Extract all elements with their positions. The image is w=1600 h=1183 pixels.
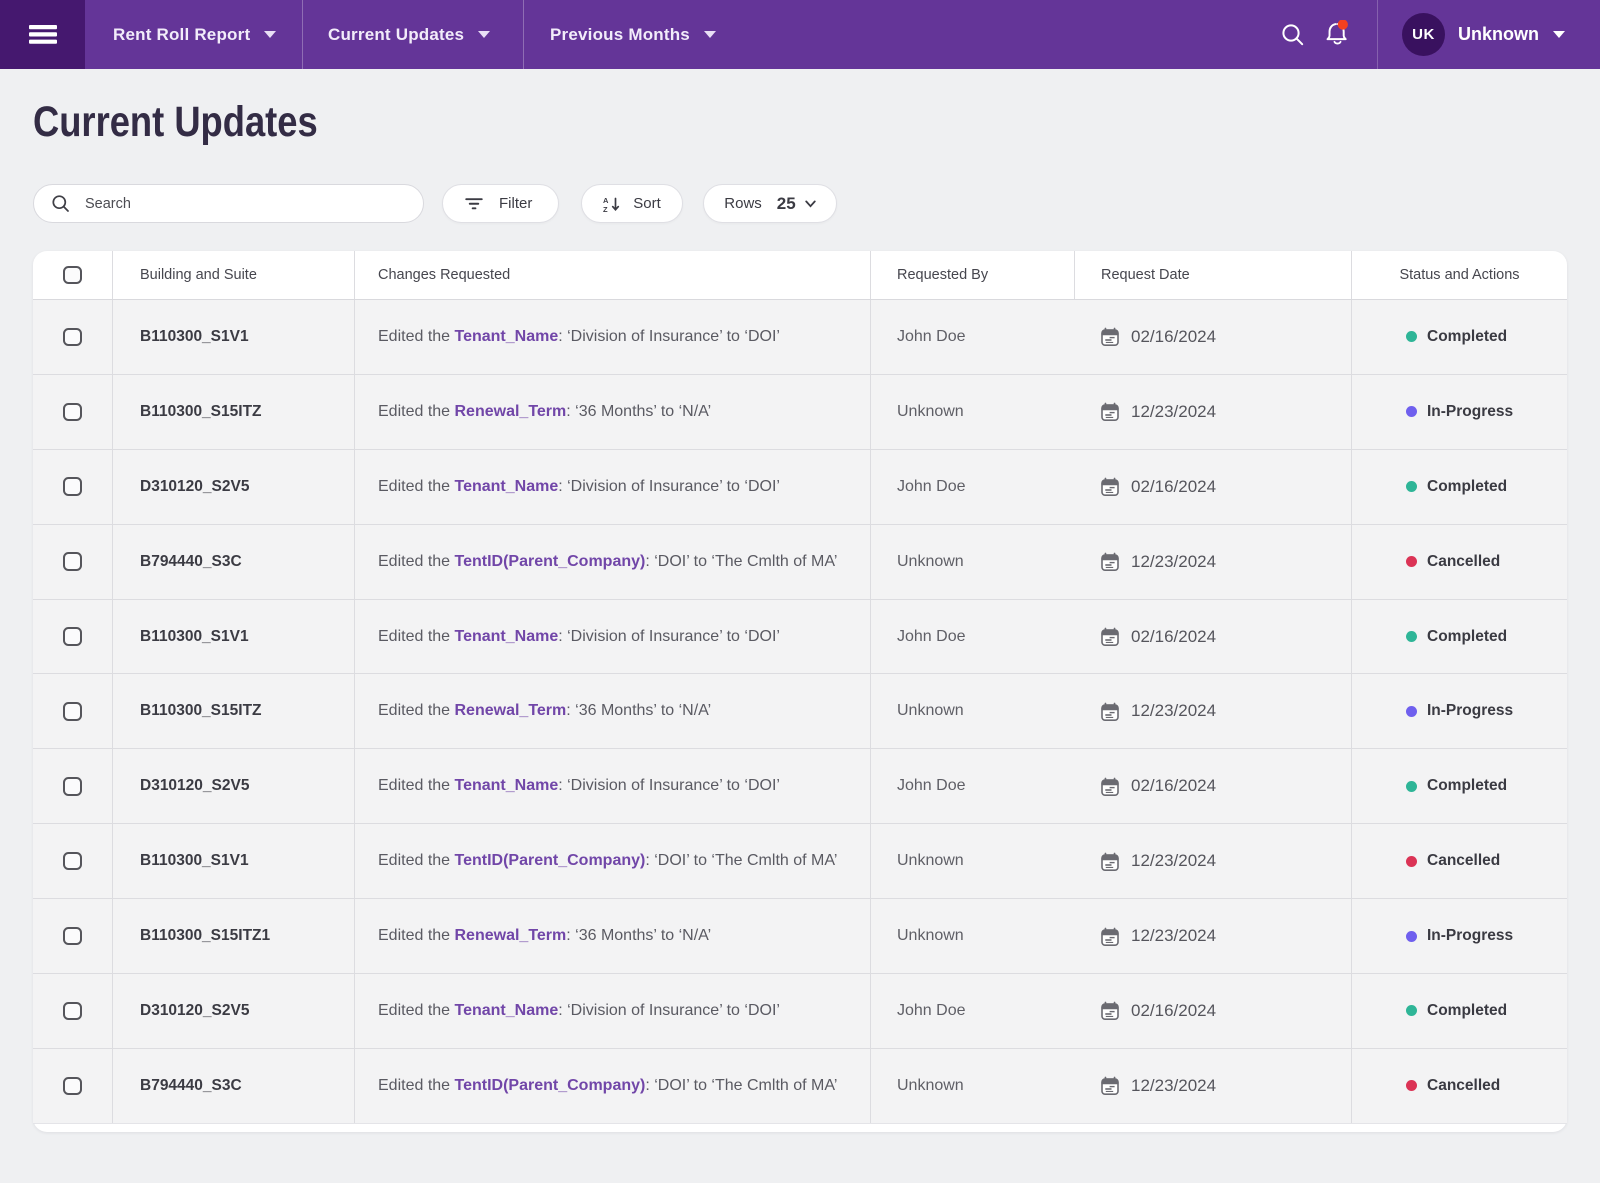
svg-text:A: A xyxy=(603,196,609,205)
svg-text:Z: Z xyxy=(603,205,608,213)
